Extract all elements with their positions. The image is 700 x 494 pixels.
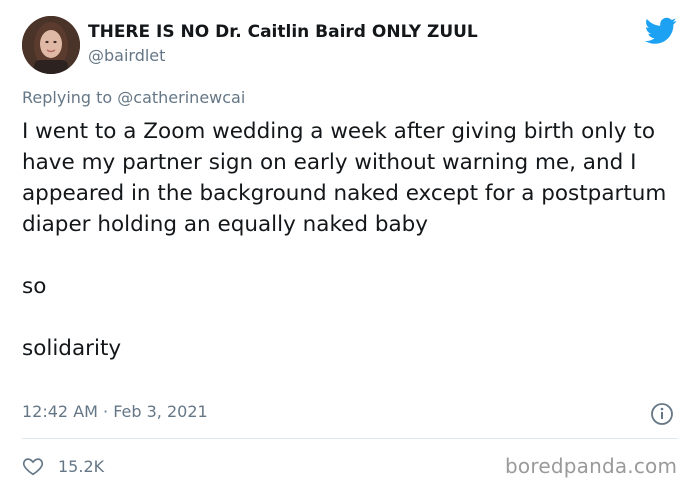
- tweet-paragraph: so: [22, 274, 47, 299]
- tweet-paragraph: solidarity: [22, 336, 122, 361]
- profile-photo-icon: [22, 16, 80, 74]
- avatar[interactable]: [22, 16, 80, 74]
- like-count[interactable]: 15.2K: [58, 457, 104, 476]
- info-icon[interactable]: [650, 402, 674, 426]
- tweet-paragraph: I went to a Zoom wedding a week after gi…: [22, 119, 667, 237]
- heart-icon[interactable]: [22, 455, 44, 477]
- twitter-bird-icon[interactable]: [645, 17, 677, 45]
- author-display-name[interactable]: THERE IS NO Dr. Caitlin Baird ONLY ZUUL: [88, 22, 478, 42]
- author-handle[interactable]: @bairdlet: [88, 46, 165, 65]
- watermark: boredpanda.com: [505, 454, 678, 478]
- replying-to[interactable]: Replying to @catherinewcai: [22, 88, 245, 107]
- tweet-timestamp[interactable]: 12:42 AM · Feb 3, 2021: [22, 402, 208, 421]
- divider: [22, 438, 678, 439]
- tweet-text: I went to a Zoom wedding a week after gi…: [22, 116, 682, 364]
